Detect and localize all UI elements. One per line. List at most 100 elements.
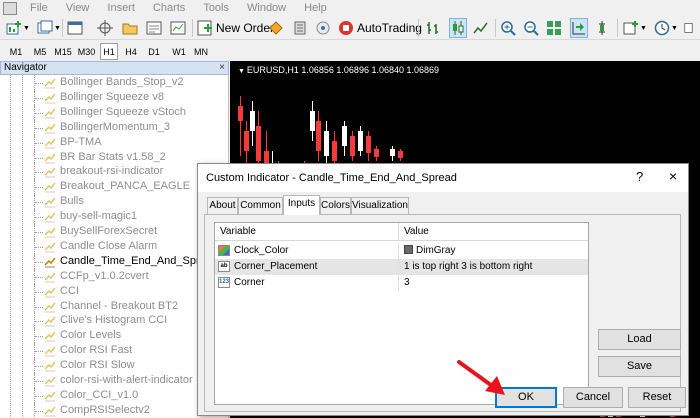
navigator-item-label: Bollinger Bands_Stop_v2 [60, 76, 184, 88]
dialog-help-button[interactable]: ? [636, 169, 643, 184]
tile-windows-button[interactable] [546, 18, 562, 38]
indicator-icon [44, 151, 56, 164]
indicator-icon [44, 300, 56, 313]
menu-file[interactable]: File [21, 0, 57, 16]
navigator-item[interactable]: CompRSISelectv2 [0, 401, 229, 418]
input-value[interactable]: DimGray [404, 245, 455, 256]
candle-body [332, 141, 337, 161]
terminal-button[interactable] [146, 18, 162, 38]
input-value[interactable]: 3 [404, 277, 410, 288]
indicator-icon [44, 136, 56, 149]
timeframe-bar: M1 M5 M15 M30 H1 H4 D1 W1 MN [0, 41, 215, 61]
bar-chart-button[interactable] [425, 18, 441, 38]
indicator-icon [44, 180, 56, 193]
tab-common[interactable]: Common [238, 197, 283, 214]
navigator-item-label: Bulls [60, 195, 84, 208]
new-chart-button[interactable]: ▼ [6, 18, 30, 38]
profiles-button[interactable]: ▼ [37, 18, 61, 38]
menu-insert[interactable]: Insert [98, 0, 144, 16]
save-button[interactable]: Save [598, 356, 681, 377]
autoscroll-button[interactable] [570, 18, 588, 38]
candlestick-button[interactable] [449, 18, 467, 38]
input-name: Corner [234, 277, 265, 288]
input-name: Clock_Color [234, 245, 289, 256]
toolbar: ▼ ▼ New Order AutoTrading ▼ ▼ [0, 16, 700, 40]
candle-body [238, 106, 243, 121]
indicator-icon [44, 329, 56, 342]
input-row-clock-color[interactable]: Clock_Color DimGray [215, 243, 588, 259]
metaeditor-button[interactable] [268, 18, 284, 38]
tester-button[interactable] [170, 18, 186, 38]
menu-tools[interactable]: Tools [194, 0, 238, 16]
autoscroll-icon [572, 22, 585, 35]
input-value[interactable]: 1 is top right 3 is bottom right [404, 261, 532, 272]
menu-window[interactable]: Window [238, 0, 295, 16]
vps-button[interactable] [292, 18, 308, 38]
inputs-table: Variable Value Clock_Color DimGray ab Co… [214, 222, 589, 405]
candle-wick [240, 96, 241, 156]
candle-body [358, 131, 363, 151]
tab-inputs[interactable]: Inputs [283, 195, 320, 215]
crosshair-icon [97, 20, 113, 36]
candle-body [350, 136, 355, 156]
window-icon [67, 21, 83, 35]
timeframe-h1[interactable]: H1 [100, 43, 118, 60]
indicator-icon [44, 270, 56, 283]
candle-body [310, 111, 315, 131]
periods-button[interactable]: ▼ [654, 18, 678, 38]
dialog-close-button[interactable]: × [669, 168, 677, 184]
navigator-item-label: Bollinger Squeeze v8 [60, 90, 164, 103]
menu-charts[interactable]: Charts [144, 0, 194, 16]
input-row-corner-placement[interactable]: ab Corner_Placement 1 is top right 3 is … [215, 259, 588, 275]
zoom-out-button[interactable] [523, 18, 539, 38]
crosshair-button[interactable] [97, 18, 113, 38]
timeframe-w1[interactable]: W1 [169, 43, 189, 60]
timeframe-m15[interactable]: M15 [52, 43, 74, 60]
timeframe-m1[interactable]: M1 [6, 43, 26, 60]
chart-shift-button[interactable] [594, 18, 610, 38]
indicator-icon [44, 374, 56, 387]
new-chart-icon [6, 21, 21, 35]
new-order-button[interactable]: New Order [197, 18, 274, 38]
tab-visualization[interactable]: Visualization [351, 197, 409, 214]
autotrading-button[interactable]: AutoTrading [338, 18, 422, 38]
reset-button[interactable]: Reset [628, 387, 686, 408]
timeframe-m30[interactable]: M30 [75, 43, 98, 60]
timeframe-mn[interactable]: MN [191, 43, 211, 60]
chart-shift-icon [599, 21, 605, 35]
line-chart-button[interactable] [473, 18, 489, 38]
template-icon [684, 23, 693, 33]
timeframe-m5[interactable]: M5 [29, 43, 51, 60]
dialog-title: Custom Indicator - Candle_Time_End_And_S… [206, 172, 457, 184]
indicator-icon [44, 76, 56, 89]
signals-button[interactable] [315, 18, 331, 38]
navigator-item-label: buy-sell-magic1 [60, 210, 138, 223]
indicators-button[interactable]: ▼ [623, 18, 647, 38]
indicator-icon [44, 404, 56, 417]
menu-view[interactable]: View [57, 0, 99, 16]
timeframe-h4[interactable]: H4 [122, 43, 140, 60]
menu-help[interactable]: Help [295, 0, 336, 16]
navigator-button[interactable] [122, 18, 138, 38]
integer-type-icon: 123 [218, 277, 230, 288]
cancel-button[interactable]: Cancel [563, 387, 623, 408]
load-button[interactable]: Load [598, 329, 681, 350]
candle-body [256, 126, 261, 161]
candle-body [324, 131, 329, 156]
zoom-in-button[interactable] [500, 18, 516, 38]
new-order-icon [197, 20, 212, 36]
color-type-icon [218, 245, 230, 256]
timeframe-d1[interactable]: D1 [145, 43, 163, 60]
navigator-titlebar: Navigator × [0, 61, 229, 75]
tab-about[interactable]: About [207, 197, 238, 214]
app-icon [3, 1, 17, 15]
bar-chart-icon [427, 22, 438, 34]
navigator-item-label: CCI [60, 284, 79, 297]
tab-colors[interactable]: Colors [320, 197, 351, 214]
templates-button[interactable] [684, 18, 696, 38]
indicator-icon [44, 165, 56, 178]
input-row-corner[interactable]: 123 Corner 3 [215, 275, 588, 291]
folder-icon [122, 23, 138, 35]
market-watch-button[interactable] [67, 18, 83, 38]
navigator-close-button[interactable]: × [219, 62, 225, 74]
